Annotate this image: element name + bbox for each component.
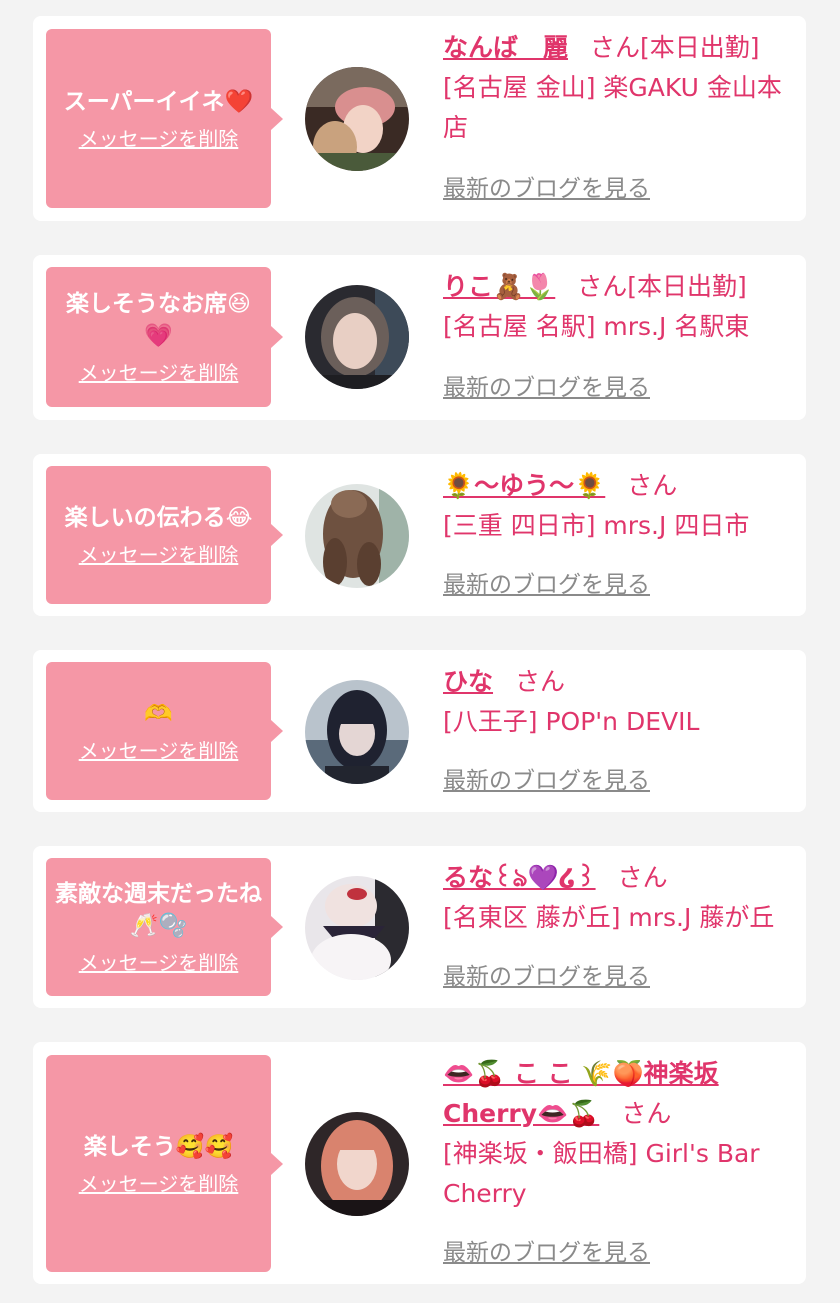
list-item: 🫶 メッセージを削除 ひな さん [八王子] POP'n DEVIL 最新のブログ… <box>33 650 806 812</box>
message-bubble: スーパーイイネ❤️ メッセージを削除 <box>46 29 283 208</box>
list-item: スーパーイイネ❤️ メッセージを削除 なんば 麗さん[本日出勤] [名古屋 金山… <box>33 16 806 221</box>
girl-info: なんば 麗さん[本日出勤] [名古屋 金山] 楽GAKU 金山本店 <box>443 28 795 148</box>
girl-name-link[interactable]: 🌻〜ゆう〜🌻 <box>443 471 605 500</box>
message-bubble: 楽しそうなお席😆💗 メッセージを削除 <box>46 267 283 407</box>
honorific: さん <box>590 33 641 62</box>
avatar[interactable] <box>305 876 409 980</box>
message-text: 🫶 <box>144 701 173 727</box>
message-text: 楽しそうなお席😆💗 <box>66 291 251 349</box>
girl-info: 🌻〜ゆう〜🌻 さん [三重 四日市] mrs.J 四日市 <box>443 466 795 546</box>
girl-name-link[interactable]: なんば 麗 <box>443 33 568 62</box>
girl-info: 👄🍒 こ こ 🌾🍑神楽坂Cherry👄🍒 さん [神楽坂・飯田橋] Girl's … <box>443 1054 795 1214</box>
latest-blog-link[interactable]: 最新のブログを見る <box>443 570 650 600</box>
delete-message-link[interactable]: メッセージを削除 <box>79 542 239 568</box>
avatar[interactable] <box>305 680 409 784</box>
message-bubble: 🫶 メッセージを削除 <box>46 662 283 800</box>
shop-label: [名古屋 金山] 楽GAKU 金山本店 <box>443 73 782 142</box>
message-list: スーパーイイネ❤️ メッセージを削除 なんば 麗さん[本日出勤] [名古屋 金山… <box>0 0 840 1303</box>
shop-label: [名古屋 名駅] mrs.J 名駅東 <box>443 312 750 341</box>
status-label: [本日出勤] <box>627 272 747 301</box>
girl-name-link[interactable]: 👄🍒 こ こ 🌾🍑神楽坂Cherry👄🍒 <box>443 1059 719 1128</box>
honorific: さん <box>617 863 668 892</box>
latest-blog-link[interactable]: 最新のブログを見る <box>443 766 650 796</box>
latest-blog-link[interactable]: 最新のブログを見る <box>443 373 650 403</box>
delete-message-link[interactable]: メッセージを削除 <box>79 360 239 386</box>
message-text: スーパーイイネ❤️ <box>63 88 254 115</box>
avatar[interactable] <box>305 484 409 588</box>
delete-message-link[interactable]: メッセージを削除 <box>79 738 239 764</box>
list-item: 素敵な週末だったね🥂🫧 メッセージを削除 るな꒰ঌ💜໒꒱ さん [名東区 藤が丘]… <box>33 846 806 1008</box>
honorific: さん <box>515 667 566 696</box>
delete-message-link[interactable]: メッセージを削除 <box>79 126 239 152</box>
avatar[interactable] <box>305 1112 409 1216</box>
girl-name-link[interactable]: るな꒰ঌ💜໒꒱ <box>443 863 596 892</box>
shop-label: [神楽坂・飯田橋] Girl's Bar Cherry <box>443 1139 760 1208</box>
shop-label: [八王子] POP'n DEVIL <box>443 707 700 736</box>
girl-info: ひな さん [八王子] POP'n DEVIL <box>443 662 795 742</box>
delete-message-link[interactable]: メッセージを削除 <box>79 950 239 976</box>
list-item: 楽しそうなお席😆💗 メッセージを削除 りこ🧸🌷 さん[本日出勤] [名古屋 名駅]… <box>33 255 806 420</box>
latest-blog-link[interactable]: 最新のブログを見る <box>443 962 650 992</box>
honorific: さん <box>577 272 628 301</box>
shop-label: [三重 四日市] mrs.J 四日市 <box>443 511 750 540</box>
list-item: 楽しいの伝わる😂 メッセージを削除 🌻〜ゆう〜🌻 さん [三重 四日市] mrs.… <box>33 454 806 616</box>
honorific: さん <box>621 1099 672 1128</box>
message-text: 楽しいの伝わる😂 <box>64 505 253 531</box>
message-text: 楽しそう🥰🥰 <box>83 1133 234 1160</box>
list-item: 楽しそう🥰🥰 メッセージを削除 👄🍒 こ こ 🌾🍑神楽坂Cherry👄🍒 さん [… <box>33 1042 806 1284</box>
girl-info: りこ🧸🌷 さん[本日出勤] [名古屋 名駅] mrs.J 名駅東 <box>443 267 795 347</box>
avatar[interactable] <box>305 67 409 171</box>
latest-blog-link[interactable]: 最新のブログを見る <box>443 1238 650 1268</box>
message-bubble: 素敵な週末だったね🥂🫧 メッセージを削除 <box>46 858 283 996</box>
honorific: さん <box>627 471 678 500</box>
message-bubble: 楽しそう🥰🥰 メッセージを削除 <box>46 1055 283 1272</box>
avatar[interactable] <box>305 285 409 389</box>
girl-name-link[interactable]: ひな <box>443 667 493 696</box>
shop-label: [名東区 藤が丘] mrs.J 藤が丘 <box>443 903 775 932</box>
delete-message-link[interactable]: メッセージを削除 <box>79 1171 239 1197</box>
girl-name-link[interactable]: りこ🧸🌷 <box>443 272 555 301</box>
status-label: [本日出勤] <box>640 33 760 62</box>
message-text: 素敵な週末だったね🥂🫧 <box>55 881 262 939</box>
latest-blog-link[interactable]: 最新のブログを見る <box>443 174 650 204</box>
message-bubble: 楽しいの伝わる😂 メッセージを削除 <box>46 466 283 604</box>
girl-info: るな꒰ঌ💜໒꒱ さん [名東区 藤が丘] mrs.J 藤が丘 <box>443 858 795 938</box>
